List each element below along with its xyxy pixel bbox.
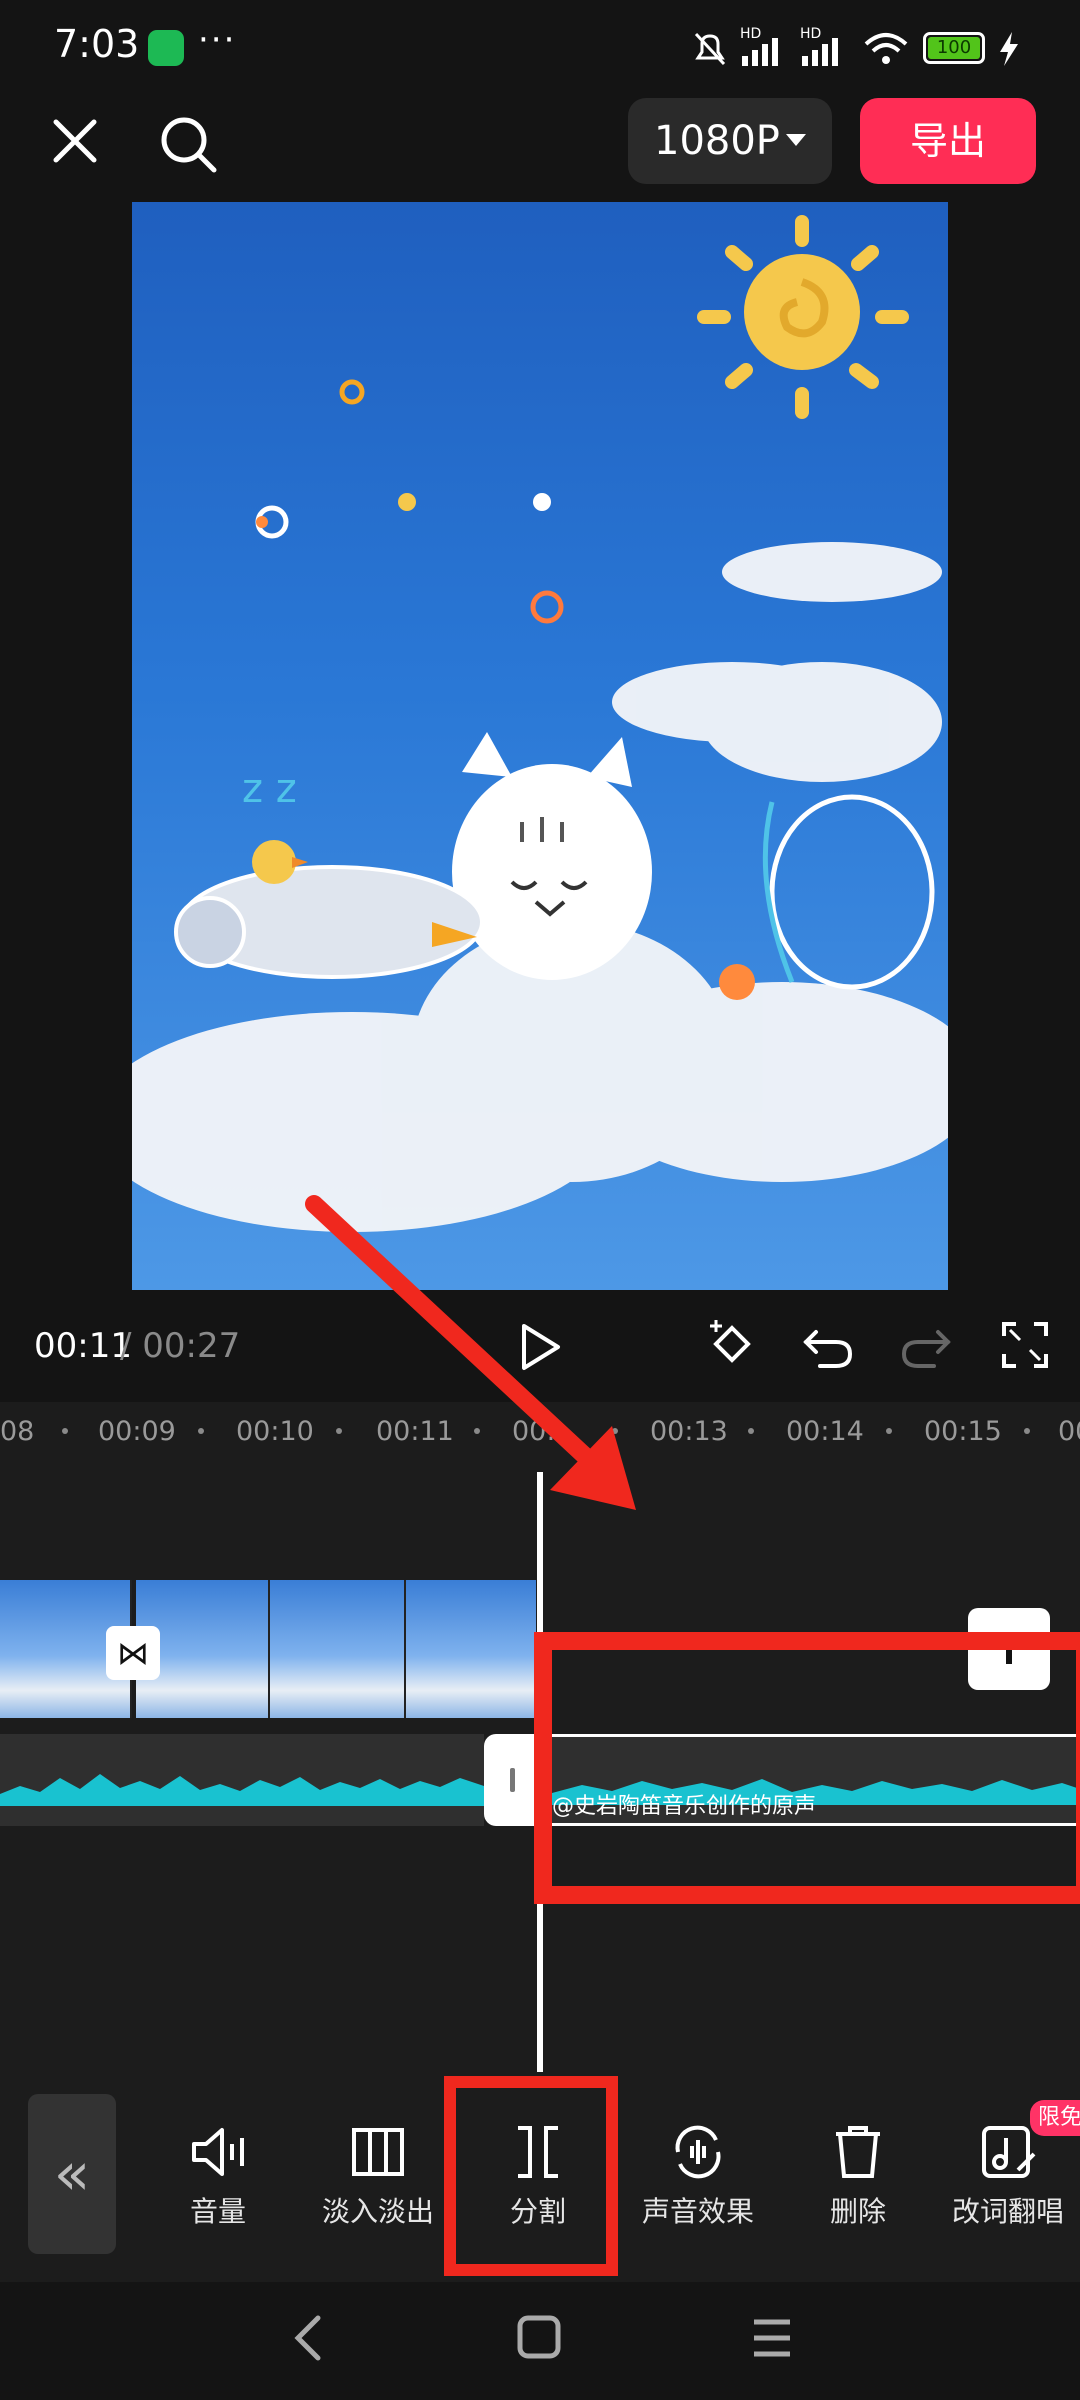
- resolution-dropdown[interactable]: 1080P: [628, 98, 832, 184]
- ruler-tick: 00:14: [786, 1416, 864, 1447]
- speaker-icon: [192, 2128, 244, 2176]
- ruler-tick: 00:13: [650, 1416, 728, 1447]
- battery-icon: 100: [923, 32, 985, 64]
- resolution-label: 1080P: [654, 118, 780, 164]
- signal-icon-1: [742, 38, 778, 66]
- tool-delete[interactable]: 删除: [778, 2122, 938, 2230]
- audio-track-left[interactable]: [0, 1734, 484, 1826]
- seal-cloud-illustration: [719, 794, 935, 1000]
- wechat-icon: [148, 30, 184, 66]
- total-duration: / 00:27: [120, 1326, 241, 1366]
- annotation-split-highlight: [444, 2076, 618, 2276]
- wifi-icon: [864, 33, 908, 64]
- ruler-tick: 00:09: [98, 1416, 176, 1447]
- undo-icon[interactable]: [802, 1318, 856, 1372]
- status-bar: 7:03 ··· HD HD 100: [0, 0, 1080, 96]
- transition-button[interactable]: ⋈: [106, 1626, 160, 1680]
- back-icon[interactable]: [288, 2312, 328, 2364]
- video-thumbnail: [406, 1580, 536, 1718]
- current-time: 00:11: [34, 1326, 132, 1366]
- free-badge: 限免: [1030, 2100, 1080, 2136]
- ruler-tick: 08: [0, 1416, 35, 1447]
- mute-bell-icon: [694, 32, 726, 66]
- more-notifications-icon: ···: [198, 20, 237, 60]
- tool-delete-label: 删除: [829, 2195, 886, 2228]
- home-icon[interactable]: [514, 2312, 566, 2364]
- annotation-highlight-box: [534, 1632, 1080, 1904]
- tool-lyric-cover[interactable]: 改词翻唱: [938, 2122, 1078, 2230]
- collapse-toolbar-button[interactable]: «: [28, 2094, 116, 2254]
- ruler-dot: [886, 1428, 892, 1434]
- audio-trim-handle[interactable]: [484, 1734, 540, 1826]
- caret-down-icon: [786, 134, 806, 146]
- video-thumbnail: [270, 1580, 406, 1718]
- fullscreen-icon[interactable]: [1000, 1320, 1050, 1370]
- battery-level: 100: [928, 37, 980, 59]
- ruler-tick: 00:15: [924, 1416, 1002, 1447]
- tool-volume-label: 音量: [189, 2195, 246, 2228]
- add-keyframe-icon[interactable]: [704, 1316, 760, 1372]
- cat-cloud-illustration: [452, 732, 652, 980]
- menu-icon[interactable]: [748, 2312, 796, 2364]
- tool-fade-label: 淡入淡出: [321, 2195, 434, 2228]
- tool-lyric-cover-label: 改词翻唱: [951, 2195, 1064, 2228]
- trash-icon: [836, 2126, 880, 2178]
- signal-icon-2: [802, 38, 838, 66]
- ruler-tick: 00: [1058, 1416, 1080, 1447]
- annotation-arrow-icon: [305, 1195, 636, 1510]
- ruler-dot: [62, 1428, 68, 1434]
- system-nav-bar: [0, 2282, 1080, 2400]
- video-clip-track[interactable]: [0, 1580, 536, 1718]
- zz-illustration: z z: [242, 766, 297, 812]
- fade-icon: [352, 2128, 404, 2176]
- charging-icon: [1000, 32, 1018, 66]
- search-icon[interactable]: [156, 112, 220, 176]
- redo-icon[interactable]: [898, 1318, 952, 1372]
- flowers-illustration: [255, 379, 564, 624]
- ruler-dot: [748, 1428, 754, 1434]
- ruler-dot: [1024, 1428, 1030, 1434]
- sun-illustration: [697, 215, 909, 419]
- voice-effect-icon: [675, 2125, 721, 2179]
- tool-volume[interactable]: 音量: [138, 2122, 298, 2230]
- tool-fade[interactable]: 淡入淡出: [298, 2122, 458, 2230]
- sleeping-bird-illustration: [174, 840, 484, 979]
- video-preview[interactable]: z z: [132, 202, 948, 1290]
- music-note-edit-icon: [982, 2126, 1036, 2178]
- waveform-left: [0, 1774, 484, 1806]
- status-time: 7:03: [54, 22, 140, 66]
- tool-voice-effect-label: 声音效果: [641, 2195, 754, 2228]
- ruler-dot: [198, 1428, 204, 1434]
- preview-illustration: z z: [132, 215, 948, 1232]
- export-button[interactable]: 导出: [860, 98, 1036, 184]
- tool-voice-effect[interactable]: 声音效果: [618, 2122, 778, 2230]
- close-icon[interactable]: [50, 116, 100, 166]
